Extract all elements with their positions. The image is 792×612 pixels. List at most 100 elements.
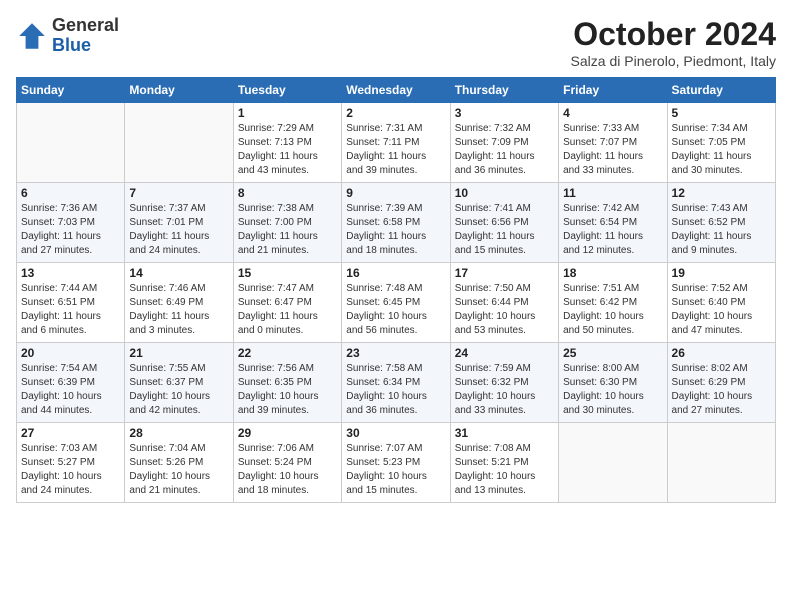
- logo-line1: General: [52, 16, 119, 36]
- day-info: Sunrise: 7:37 AM Sunset: 7:01 PM Dayligh…: [129, 202, 228, 258]
- calendar-cell: 19Sunrise: 7:52 AM Sunset: 6:40 PM Dayli…: [667, 263, 775, 343]
- day-number: 10: [455, 186, 554, 200]
- day-number: 29: [238, 426, 337, 440]
- calendar-cell: [17, 103, 125, 183]
- calendar-cell: 26 Sunrise: 8:02 AM Sunset: 6:29 PM Dayli…: [667, 343, 775, 423]
- day-info: Sunrise: 7:52 AM Sunset: 6:40 PM Dayligh…: [672, 282, 771, 338]
- day-number: 5: [672, 106, 771, 120]
- calendar-cell: 1 Sunrise: 7:29 AM Sunset: 7:13 PM Daylig…: [233, 103, 341, 183]
- day-number: 16: [346, 266, 445, 280]
- calendar-cell: [125, 103, 233, 183]
- day-number: 14: [129, 266, 228, 280]
- day-number: 24: [455, 346, 554, 360]
- calendar-cell: 21 Sunrise: 7:55 AM Sunset: 6:37 PM Dayli…: [125, 343, 233, 423]
- day-number: 27: [21, 426, 120, 440]
- day-info: Sunrise: 7:32 AM Sunset: 7:09 PM Dayligh…: [455, 122, 554, 178]
- day-info: Sunrise: 7:41 AM Sunset: 6:56 PM Dayligh…: [455, 202, 554, 258]
- calendar-cell: 4 Sunrise: 7:33 AM Sunset: 7:07 PM Daylig…: [559, 103, 667, 183]
- day-header-sunday: Sunday: [17, 78, 125, 103]
- day-number: 30: [346, 426, 445, 440]
- day-info: Sunrise: 8:02 AM Sunset: 6:29 PM Dayligh…: [672, 362, 771, 418]
- day-number: 17: [455, 266, 554, 280]
- calendar-cell: [559, 423, 667, 503]
- calendar-cell: 17 Sunrise: 7:50 AM Sunset: 6:44 PM Dayli…: [450, 263, 558, 343]
- day-number: 28: [129, 426, 228, 440]
- day-info: Sunrise: 7:36 AM Sunset: 7:03 PM Dayligh…: [21, 202, 120, 258]
- week-row-4: 20 Sunrise: 7:54 AM Sunset: 6:39 PM Dayli…: [17, 343, 776, 423]
- day-number: 26: [672, 346, 771, 360]
- day-number: 20: [21, 346, 120, 360]
- calendar-cell: 9 Sunrise: 7:39 AM Sunset: 6:58 PM Daylig…: [342, 183, 450, 263]
- calendar-cell: [667, 423, 775, 503]
- day-info: Sunrise: 7:44 AM Sunset: 6:51 PM Dayligh…: [21, 282, 120, 338]
- day-header-monday: Monday: [125, 78, 233, 103]
- day-number: 22: [238, 346, 337, 360]
- day-info: Sunrise: 7:31 AM Sunset: 7:11 PM Dayligh…: [346, 122, 445, 178]
- day-number: 9: [346, 186, 445, 200]
- day-info: Sunrise: 7:56 AM Sunset: 6:35 PM Dayligh…: [238, 362, 337, 418]
- day-info: Sunrise: 8:00 AM Sunset: 6:30 PM Dayligh…: [563, 362, 662, 418]
- calendar-cell: 31 Sunrise: 7:08 AM Sunset: 5:21 PM Dayli…: [450, 423, 558, 503]
- calendar-cell: 16Sunrise: 7:48 AM Sunset: 6:45 PM Dayli…: [342, 263, 450, 343]
- day-number: 23: [346, 346, 445, 360]
- calendar-cell: 18Sunrise: 7:51 AM Sunset: 6:42 PM Dayli…: [559, 263, 667, 343]
- day-number: 2: [346, 106, 445, 120]
- day-header-tuesday: Tuesday: [233, 78, 341, 103]
- calendar-cell: 30Sunrise: 7:07 AM Sunset: 5:23 PM Dayli…: [342, 423, 450, 503]
- calendar-cell: 22 Sunrise: 7:56 AM Sunset: 6:35 PM Dayli…: [233, 343, 341, 423]
- calendar-cell: 20 Sunrise: 7:54 AM Sunset: 6:39 PM Dayli…: [17, 343, 125, 423]
- day-number: 8: [238, 186, 337, 200]
- day-info: Sunrise: 7:38 AM Sunset: 7:00 PM Dayligh…: [238, 202, 337, 258]
- day-info: Sunrise: 7:08 AM Sunset: 5:21 PM Dayligh…: [455, 442, 554, 498]
- day-info: Sunrise: 7:51 AM Sunset: 6:42 PM Dayligh…: [563, 282, 662, 338]
- calendar-cell: 25 Sunrise: 8:00 AM Sunset: 6:30 PM Dayli…: [559, 343, 667, 423]
- day-number: 3: [455, 106, 554, 120]
- calendar-cell: 12 Sunrise: 7:43 AM Sunset: 6:52 PM Dayli…: [667, 183, 775, 263]
- day-info: Sunrise: 7:43 AM Sunset: 6:52 PM Dayligh…: [672, 202, 771, 258]
- day-info: Sunrise: 7:54 AM Sunset: 6:39 PM Dayligh…: [21, 362, 120, 418]
- day-info: Sunrise: 7:55 AM Sunset: 6:37 PM Dayligh…: [129, 362, 228, 418]
- month-title: October 2024: [571, 16, 776, 53]
- day-info: Sunrise: 7:58 AM Sunset: 6:34 PM Dayligh…: [346, 362, 445, 418]
- calendar-cell: 24 Sunrise: 7:59 AM Sunset: 6:32 PM Dayli…: [450, 343, 558, 423]
- day-number: 12: [672, 186, 771, 200]
- day-info: Sunrise: 7:59 AM Sunset: 6:32 PM Dayligh…: [455, 362, 554, 418]
- day-info: Sunrise: 7:06 AM Sunset: 5:24 PM Dayligh…: [238, 442, 337, 498]
- day-info: Sunrise: 7:04 AM Sunset: 5:26 PM Dayligh…: [129, 442, 228, 498]
- calendar-cell: 10 Sunrise: 7:41 AM Sunset: 6:56 PM Dayli…: [450, 183, 558, 263]
- day-info: Sunrise: 7:39 AM Sunset: 6:58 PM Dayligh…: [346, 202, 445, 258]
- day-number: 1: [238, 106, 337, 120]
- calendar-cell: 15Sunrise: 7:47 AM Sunset: 6:47 PM Dayli…: [233, 263, 341, 343]
- day-info: Sunrise: 7:33 AM Sunset: 7:07 PM Dayligh…: [563, 122, 662, 178]
- day-number: 7: [129, 186, 228, 200]
- logo-line2: Blue: [52, 36, 119, 56]
- day-number: 21: [129, 346, 228, 360]
- page-header: General Blue October 2024 Salza di Piner…: [16, 16, 776, 69]
- week-row-2: 6 Sunrise: 7:36 AM Sunset: 7:03 PM Daylig…: [17, 183, 776, 263]
- day-number: 4: [563, 106, 662, 120]
- day-number: 25: [563, 346, 662, 360]
- calendar-cell: 13Sunrise: 7:44 AM Sunset: 6:51 PM Dayli…: [17, 263, 125, 343]
- calendar-cell: 28 Sunrise: 7:04 AM Sunset: 5:26 PM Dayli…: [125, 423, 233, 503]
- day-info: Sunrise: 7:34 AM Sunset: 7:05 PM Dayligh…: [672, 122, 771, 178]
- location: Salza di Pinerolo, Piedmont, Italy: [571, 53, 776, 69]
- week-row-1: 1 Sunrise: 7:29 AM Sunset: 7:13 PM Daylig…: [17, 103, 776, 183]
- title-block: October 2024 Salza di Pinerolo, Piedmont…: [571, 16, 776, 69]
- day-info: Sunrise: 7:50 AM Sunset: 6:44 PM Dayligh…: [455, 282, 554, 338]
- day-number: 11: [563, 186, 662, 200]
- calendar-cell: 2 Sunrise: 7:31 AM Sunset: 7:11 PM Daylig…: [342, 103, 450, 183]
- day-info: Sunrise: 7:03 AM Sunset: 5:27 PM Dayligh…: [21, 442, 120, 498]
- calendar-cell: 8 Sunrise: 7:38 AM Sunset: 7:00 PM Daylig…: [233, 183, 341, 263]
- calendar-cell: 14Sunrise: 7:46 AM Sunset: 6:49 PM Dayli…: [125, 263, 233, 343]
- day-info: Sunrise: 7:29 AM Sunset: 7:13 PM Dayligh…: [238, 122, 337, 178]
- calendar-cell: 5 Sunrise: 7:34 AM Sunset: 7:05 PM Daylig…: [667, 103, 775, 183]
- calendar-cell: 29 Sunrise: 7:06 AM Sunset: 5:24 PM Dayli…: [233, 423, 341, 503]
- day-header-wednesday: Wednesday: [342, 78, 450, 103]
- day-number: 6: [21, 186, 120, 200]
- day-number: 31: [455, 426, 554, 440]
- day-header-friday: Friday: [559, 78, 667, 103]
- day-info: Sunrise: 7:47 AM Sunset: 6:47 PM Dayligh…: [238, 282, 337, 338]
- calendar-cell: 6 Sunrise: 7:36 AM Sunset: 7:03 PM Daylig…: [17, 183, 125, 263]
- calendar-table: SundayMondayTuesdayWednesdayThursdayFrid…: [16, 77, 776, 503]
- week-row-3: 13Sunrise: 7:44 AM Sunset: 6:51 PM Dayli…: [17, 263, 776, 343]
